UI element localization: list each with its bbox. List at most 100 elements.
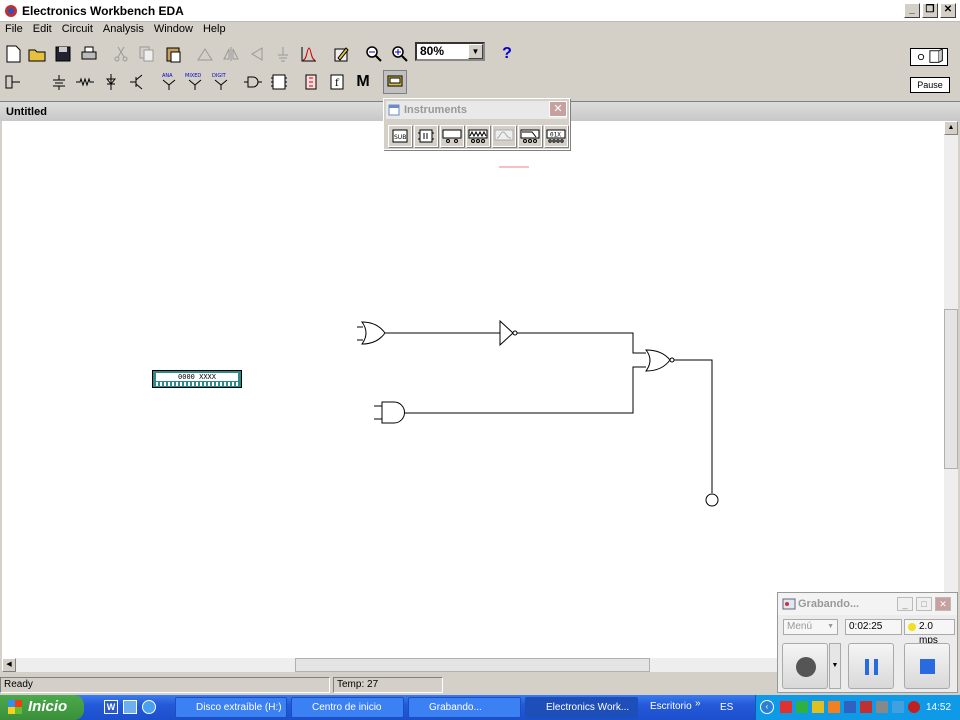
paste-button[interactable] [161,42,185,66]
menu-file[interactable]: File [0,22,28,36]
explorer-quicklaunch-icon[interactable] [123,700,137,714]
digital-bin-button[interactable] [267,70,291,94]
menu-help[interactable]: Help [198,22,231,36]
open-button[interactable] [25,42,49,66]
help-button[interactable]: ? [495,42,519,66]
zoom-in-button[interactable] [388,42,412,66]
word-quicklaunch-icon[interactable]: W [104,700,118,714]
tray-expand-icon[interactable]: ‹ [760,700,774,714]
basic-bin-button[interactable] [73,70,97,94]
task-recorder[interactable]: Grabando... [408,697,521,718]
restore-button[interactable]: ❐ [922,3,938,18]
or-gate-input[interactable] [357,321,386,345]
transistors-bin-button[interactable] [125,70,149,94]
task-start-center[interactable]: Centro de inicio [291,697,404,718]
system-tray: ‹ 14:52 [755,695,960,720]
function-generator-button[interactable] [466,125,490,147]
recorder-minimize-button[interactable]: _ [897,597,913,611]
analog-ic-bin-button[interactable]: ANA [157,70,181,94]
tray-update-icon[interactable] [860,701,872,713]
favorites-bin-button[interactable] [1,70,25,94]
pause-recording-button[interactable] [848,643,894,689]
instruments-bin-button[interactable] [383,70,407,94]
tray-app-icon[interactable] [780,701,792,713]
cut-button [109,42,133,66]
instruments-title: Instruments [386,101,567,119]
controls-bin-button[interactable]: f [325,70,349,94]
toolbar-expand-icon[interactable]: » [695,698,701,709]
and-gate[interactable] [374,401,405,424]
multimeter-button[interactable] [440,125,464,147]
menu-circuit[interactable]: Circuit [57,22,98,36]
tray-security-icon[interactable] [812,701,824,713]
vertical-scroll-thumb[interactable] [944,309,958,469]
sources-bin-button[interactable] [47,70,71,94]
instruments-close-button[interactable]: ✕ [549,101,567,117]
circuit-canvas[interactable]: 0000 XXXX [2,121,944,658]
indicators-bin-button[interactable] [299,70,323,94]
wire [674,359,713,493]
desktop-toolbar-label[interactable]: Escritorio [650,701,692,712]
recorder-maximize-button[interactable]: □ [916,597,932,611]
zoom-value: 80% [420,44,445,58]
close-button[interactable]: ✕ [940,3,956,18]
menu-window[interactable]: Window [149,22,198,36]
task-removable-disk[interactable]: Disco extraíble (H:) [175,697,287,718]
tray-alert-icon[interactable] [908,701,920,713]
tray-antivirus-icon[interactable] [828,701,840,713]
menu-edit[interactable]: Edit [28,22,57,36]
graph-button[interactable] [297,42,321,66]
digital-ic-bin-button[interactable]: DIGIT [209,70,233,94]
zoom-select[interactable]: 80% ▼ [415,42,485,61]
instruments-palette: Instruments ✕ SUB 01X [383,98,570,150]
language-indicator[interactable]: ES [720,702,733,713]
zoom-out-button[interactable] [362,42,386,66]
bode-plotter-button[interactable] [518,125,542,147]
new-file-button[interactable] [1,42,25,66]
recorder-time: 0:02:25 [845,619,902,635]
word-gen-label: 01X [550,132,561,139]
logic-gates-bin-button[interactable] [241,70,265,94]
scissors-icon [114,46,128,62]
mixed-ic-bin-button[interactable]: MIXED [183,70,207,94]
oscilloscope-icon [494,129,514,141]
word-generator-button[interactable]: 01X [544,125,568,147]
ie-quicklaunch-icon[interactable] [142,700,156,714]
pause-button[interactable]: Pause [910,77,950,93]
vertical-scrollbar[interactable]: ▲ [944,121,958,658]
recorder-close-button[interactable]: ✕ [935,597,951,611]
power-switch[interactable] [910,48,948,66]
ic-button[interactable] [414,125,438,147]
edit-circuit-button[interactable] [329,42,353,66]
record-button[interactable] [782,643,828,689]
sub-label: SUB [394,134,406,141]
misc-bin-button[interactable]: M [351,70,375,94]
minimize-button[interactable]: _ [904,3,920,18]
horizontal-scroll-thumb[interactable] [295,658,650,672]
tray-display-icon[interactable] [892,701,904,713]
logic-gate-icon [244,76,262,88]
transistor-icon [130,74,143,90]
scroll-up-button[interactable]: ▲ [944,121,958,135]
start-button[interactable]: Inicio [0,695,84,720]
word-generator[interactable]: 0000 XXXX [152,370,242,388]
subcircuit-button[interactable]: SUB [388,125,412,147]
diodes-bin-button[interactable] [99,70,123,94]
tray-usb-icon[interactable] [876,701,888,713]
menu-analysis[interactable]: Analysis [98,22,149,36]
tray-volume-icon[interactable] [844,701,856,713]
not-gate[interactable] [499,319,518,347]
chevron-down-icon[interactable]: ▼ [468,44,483,59]
print-button[interactable] [77,42,101,66]
window-title: Electronics Workbench EDA [22,4,184,18]
nor-gate[interactable] [644,349,675,372]
recorder-menu-dropdown[interactable]: Menú ▼ [783,619,838,635]
scroll-left-button[interactable]: ◀ [2,658,16,672]
stop-recording-button[interactable] [904,643,950,689]
save-button[interactable] [51,42,75,66]
recorder-window: Grabando... _ □ ✕ Menú ▼ 0:02:25 2.0 mps … [777,592,958,693]
output-probe[interactable] [705,493,719,507]
tray-network-icon[interactable] [796,701,808,713]
task-electronics-workbench[interactable]: Electronics Work... [525,697,638,718]
record-options-dropdown[interactable]: ▼ [829,643,841,689]
